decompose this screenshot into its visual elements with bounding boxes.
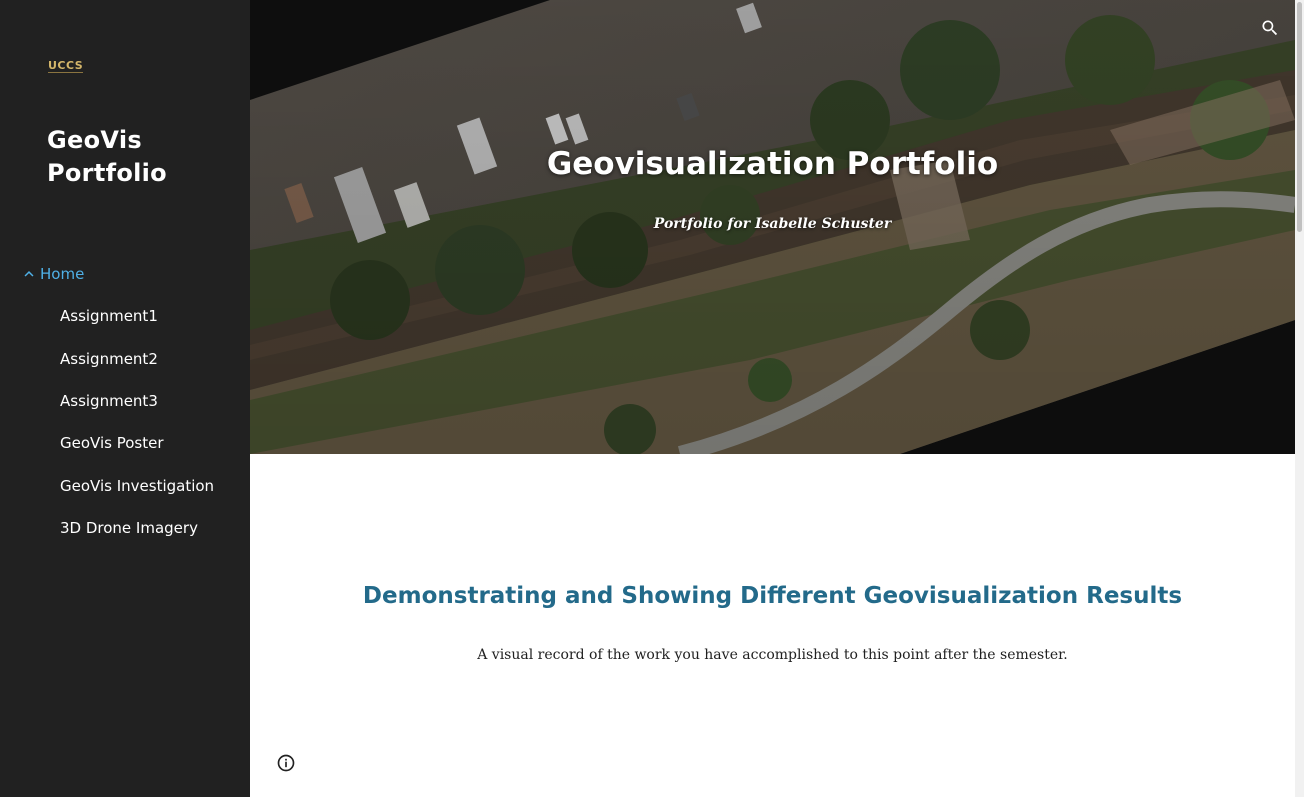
hero-title: Geovisualization Portfolio: [546, 146, 999, 182]
site-title[interactable]: GeoVis Portfolio: [47, 124, 237, 190]
site-logo[interactable]: UCCS: [48, 60, 84, 73]
nav-item-home-label: Home: [40, 265, 85, 283]
nav-item-3d-drone-imagery[interactable]: 3D Drone Imagery: [60, 516, 198, 540]
section-text: A visual record of the work you have acc…: [477, 647, 1068, 663]
search-button[interactable]: [1250, 8, 1290, 48]
hero-subtitle: Portfolio for Isabelle Schuster: [653, 216, 892, 232]
info-icon[interactable]: [276, 753, 296, 773]
search-icon[interactable]: [1260, 18, 1280, 38]
nav-item-assignment3[interactable]: Assignment3: [60, 389, 158, 413]
nav-item-geovis-investigation[interactable]: GeoVis Investigation: [60, 474, 214, 498]
chevron-up-icon[interactable]: [20, 265, 38, 283]
nav-item-home[interactable]: Home: [20, 262, 84, 286]
sidebar: UCCS GeoVis Portfolio Home Assignment1 A…: [0, 0, 250, 797]
section-heading: Demonstrating and Showing Different Geov…: [362, 583, 1183, 609]
hero-banner: Geovisualization Portfolio Portfolio for…: [250, 0, 1295, 454]
nav-item-assignment1[interactable]: Assignment1: [60, 304, 158, 328]
scrollbar-thumb[interactable]: [1297, 2, 1302, 232]
info-button[interactable]: [276, 753, 296, 773]
nav-item-assignment2[interactable]: Assignment2: [60, 347, 158, 371]
nav-item-geovis-poster[interactable]: GeoVis Poster: [60, 431, 164, 455]
